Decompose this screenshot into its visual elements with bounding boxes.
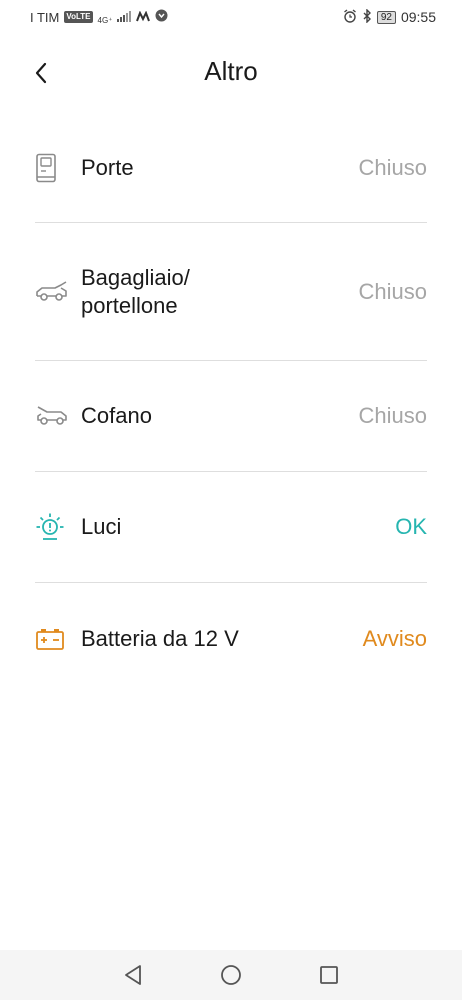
- clock: 09:55: [400, 9, 436, 25]
- list-item-label: Luci: [81, 514, 122, 539]
- list-item-label: Bagagliaio/ portellone: [81, 264, 190, 318]
- lights-icon: [35, 510, 69, 544]
- list-item-label: Cofano: [81, 403, 152, 428]
- list-item-cofano[interactable]: Cofano Chiuso: [35, 361, 427, 472]
- list-item-value: Chiuso: [358, 278, 427, 304]
- battery-indicator: 92: [376, 10, 396, 24]
- list-item-value: Chiuso: [358, 403, 427, 428]
- network-type: 4G⁺: [97, 16, 113, 25]
- status-bar: I TIM VoLTE 4G⁺ 92 09:55: [0, 0, 462, 34]
- status-left: I TIM VoLTE 4G⁺: [30, 9, 168, 25]
- status-list: Porte Chiuso Bagagliaio/ portellone Chiu…: [35, 113, 427, 694]
- door-icon: [35, 151, 69, 185]
- system-nav-bar: [0, 950, 462, 1000]
- back-nav-icon[interactable]: [121, 963, 145, 987]
- list-item-label: Porte: [81, 154, 134, 180]
- hood-icon: [35, 399, 69, 433]
- trunk-icon: [35, 275, 69, 309]
- list-item-luci[interactable]: Luci OK: [35, 472, 427, 583]
- carrier-label: I TIM: [30, 9, 60, 25]
- list-item-porte[interactable]: Porte Chiuso: [35, 113, 427, 223]
- volte-badge: VoLTE: [64, 11, 93, 23]
- battery-icon: [35, 622, 69, 656]
- notification-icon: [155, 9, 168, 25]
- header: Altro: [0, 44, 462, 104]
- home-nav-icon[interactable]: [219, 963, 243, 987]
- signal-icon: [117, 10, 132, 25]
- list-item-batteria[interactable]: Batteria da 12 V Avviso: [35, 583, 427, 694]
- list-item-bagagliaio[interactable]: Bagagliaio/ portellone Chiuso: [35, 223, 427, 361]
- page-title: Altro: [204, 56, 258, 86]
- list-item-value: Chiuso: [358, 154, 427, 180]
- bluetooth-icon: [362, 7, 372, 26]
- recents-nav-icon[interactable]: [317, 963, 341, 987]
- list-item-label: Batteria da 12 V: [81, 625, 239, 651]
- alarm-icon: [343, 8, 357, 26]
- m-app-icon: [136, 10, 151, 25]
- status-right: 92 09:55: [343, 7, 436, 26]
- list-item-value: Avviso: [362, 625, 427, 651]
- list-item-value: OK: [395, 514, 427, 539]
